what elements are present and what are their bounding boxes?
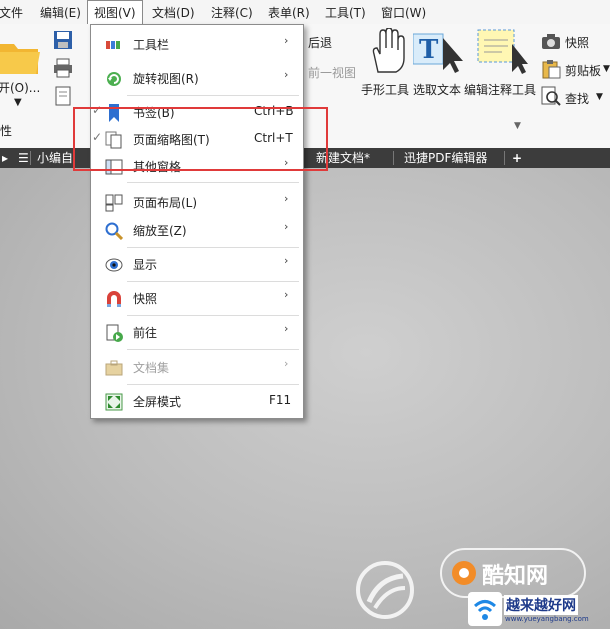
- toolbar-icon: [105, 36, 123, 54]
- portfolio-icon: [105, 359, 123, 377]
- submenu-arrow-icon: ›: [284, 68, 289, 81]
- submenu-arrow-icon: ›: [284, 254, 289, 267]
- menu-separator: [127, 247, 299, 248]
- hand-tool-button[interactable]: 手形工具: [361, 81, 409, 98]
- back-button[interactable]: 后退: [308, 34, 332, 51]
- menu-tools[interactable]: 工具(T): [325, 4, 366, 21]
- print-icon[interactable]: [53, 58, 73, 81]
- submenu-arrow-icon: ›: [284, 357, 289, 370]
- chevron-down-icon[interactable]: ▼: [596, 92, 603, 102]
- watermark-brand: 酷知网: [482, 564, 549, 589]
- menu-document[interactable]: 文档(D): [152, 4, 195, 21]
- highlight-box: [73, 107, 328, 171]
- menu-item-zoom-to[interactable]: 缩放至(Z) ›: [91, 217, 303, 243]
- menu-separator: [127, 349, 299, 350]
- menu-item-go-to[interactable]: 前往 ›: [91, 319, 303, 345]
- clipboard-button[interactable]: 剪贴板: [565, 62, 601, 79]
- menu-item-fullscreen[interactable]: 全屏模式 F11: [91, 388, 303, 414]
- wifi-logo-icon: [468, 592, 502, 629]
- chevron-down-icon[interactable]: ▼: [14, 97, 22, 108]
- folder-icon[interactable]: [0, 36, 40, 79]
- menu-item-label: 显示: [133, 258, 158, 272]
- menu-item-label: 快照: [133, 292, 158, 306]
- edit-annotation-button[interactable]: 编辑注释工具: [464, 81, 536, 98]
- tab-doc-app[interactable]: 迅捷PDF编辑器: [400, 148, 491, 168]
- menu-separator: [127, 315, 299, 316]
- menu-item-label: 文档集: [133, 361, 170, 375]
- menu-window[interactable]: 窗口(W): [381, 4, 426, 21]
- view-menu-dropdown: 工具栏 › 旋转视图(R) › ✓ 书签(B) Ctrl+B ✓ 页面缩略图(T…: [90, 24, 304, 419]
- menu-item-portfolio: 文档集 ›: [91, 354, 303, 380]
- submenu-arrow-icon: ›: [284, 192, 289, 205]
- menu-bar: 文件 编辑(E) 视图(V) 文档(D) 注释(C) 表单(R) 工具(T) 窗…: [0, 0, 610, 25]
- find-button[interactable]: 查找: [565, 90, 589, 107]
- menu-form[interactable]: 表单(R): [268, 4, 310, 21]
- watermark-site-cn: 越来越好网: [504, 595, 578, 615]
- svg-text:T: T: [419, 35, 439, 65]
- hand-icon[interactable]: [370, 27, 406, 77]
- find-icon[interactable]: [541, 86, 561, 109]
- goto-icon: [105, 324, 123, 342]
- menu-item-label: 工具栏: [133, 38, 170, 52]
- properties-button[interactable]: 属性: [0, 122, 12, 139]
- menu-separator: [127, 95, 299, 96]
- select-text-button[interactable]: 选取文本: [413, 81, 461, 98]
- menu-item-snapshot[interactable]: 快照 ›: [91, 285, 303, 311]
- menu-item-rotate-view[interactable]: 旋转视图(R) ›: [91, 65, 303, 91]
- menu-file[interactable]: 文件: [0, 4, 23, 21]
- tab-separator: [393, 151, 394, 165]
- snapshot-button[interactable]: 快照: [565, 34, 589, 51]
- page-layout-icon: [105, 194, 123, 212]
- menu-item-label: 页面布局(L): [133, 196, 198, 210]
- menu-view[interactable]: 视图(V): [87, 0, 143, 24]
- menu-separator: [127, 182, 299, 183]
- open-button[interactable]: 打开(O)...: [0, 79, 40, 96]
- eye-icon: [105, 256, 123, 274]
- tab-doc-1[interactable]: 小编自: [33, 148, 77, 168]
- menu-item-label: 旋转视图(R): [133, 72, 199, 86]
- menu-item-label: 前往: [133, 326, 158, 340]
- submenu-arrow-icon: ›: [284, 288, 289, 301]
- save-icon[interactable]: [53, 30, 73, 53]
- add-tab-button[interactable]: +: [508, 148, 526, 168]
- tab-separator: [30, 151, 31, 165]
- tab-left-scroll[interactable]: ▸: [0, 148, 12, 168]
- rotate-icon: [105, 70, 123, 88]
- export-icon[interactable]: [55, 86, 73, 109]
- fullscreen-icon: [105, 393, 123, 411]
- chevron-down-icon[interactable]: ▼: [603, 64, 610, 74]
- menu-item-toolbar[interactable]: 工具栏 ›: [91, 31, 303, 57]
- submenu-arrow-icon: ›: [284, 322, 289, 335]
- submenu-arrow-icon: ›: [284, 34, 289, 47]
- zoom-icon: [105, 222, 124, 241]
- menu-separator: [127, 384, 299, 385]
- tab-separator: [504, 151, 505, 165]
- menu-comment[interactable]: 注释(C): [211, 4, 253, 21]
- prev-view-button[interactable]: 前一视图: [308, 64, 356, 81]
- menu-separator: [127, 281, 299, 282]
- select-text-icon[interactable]: T: [412, 30, 463, 77]
- magnet-icon: [105, 290, 123, 308]
- menu-item-label: 全屏模式: [133, 395, 182, 409]
- camera-icon[interactable]: [541, 34, 561, 53]
- menu-edit[interactable]: 编辑(E): [40, 4, 81, 21]
- menu-item-label: 缩放至(Z): [133, 224, 187, 238]
- clipboard-icon[interactable]: [541, 59, 561, 82]
- edit-annotation-icon[interactable]: [476, 28, 528, 77]
- watermark-logo-icon: [451, 560, 477, 589]
- shortcut-label: F11: [269, 393, 292, 407]
- chevron-down-icon[interactable]: ▼: [514, 121, 521, 131]
- swirl-logo-icon: [355, 560, 415, 623]
- modified-mark: *: [364, 151, 371, 165]
- submenu-arrow-icon: ›: [284, 220, 289, 233]
- menu-item-display[interactable]: 显示 ›: [91, 251, 303, 277]
- watermark-site-url: www.yueyangbang.com: [505, 615, 589, 623]
- menu-item-page-layout[interactable]: 页面布局(L) ›: [91, 189, 303, 215]
